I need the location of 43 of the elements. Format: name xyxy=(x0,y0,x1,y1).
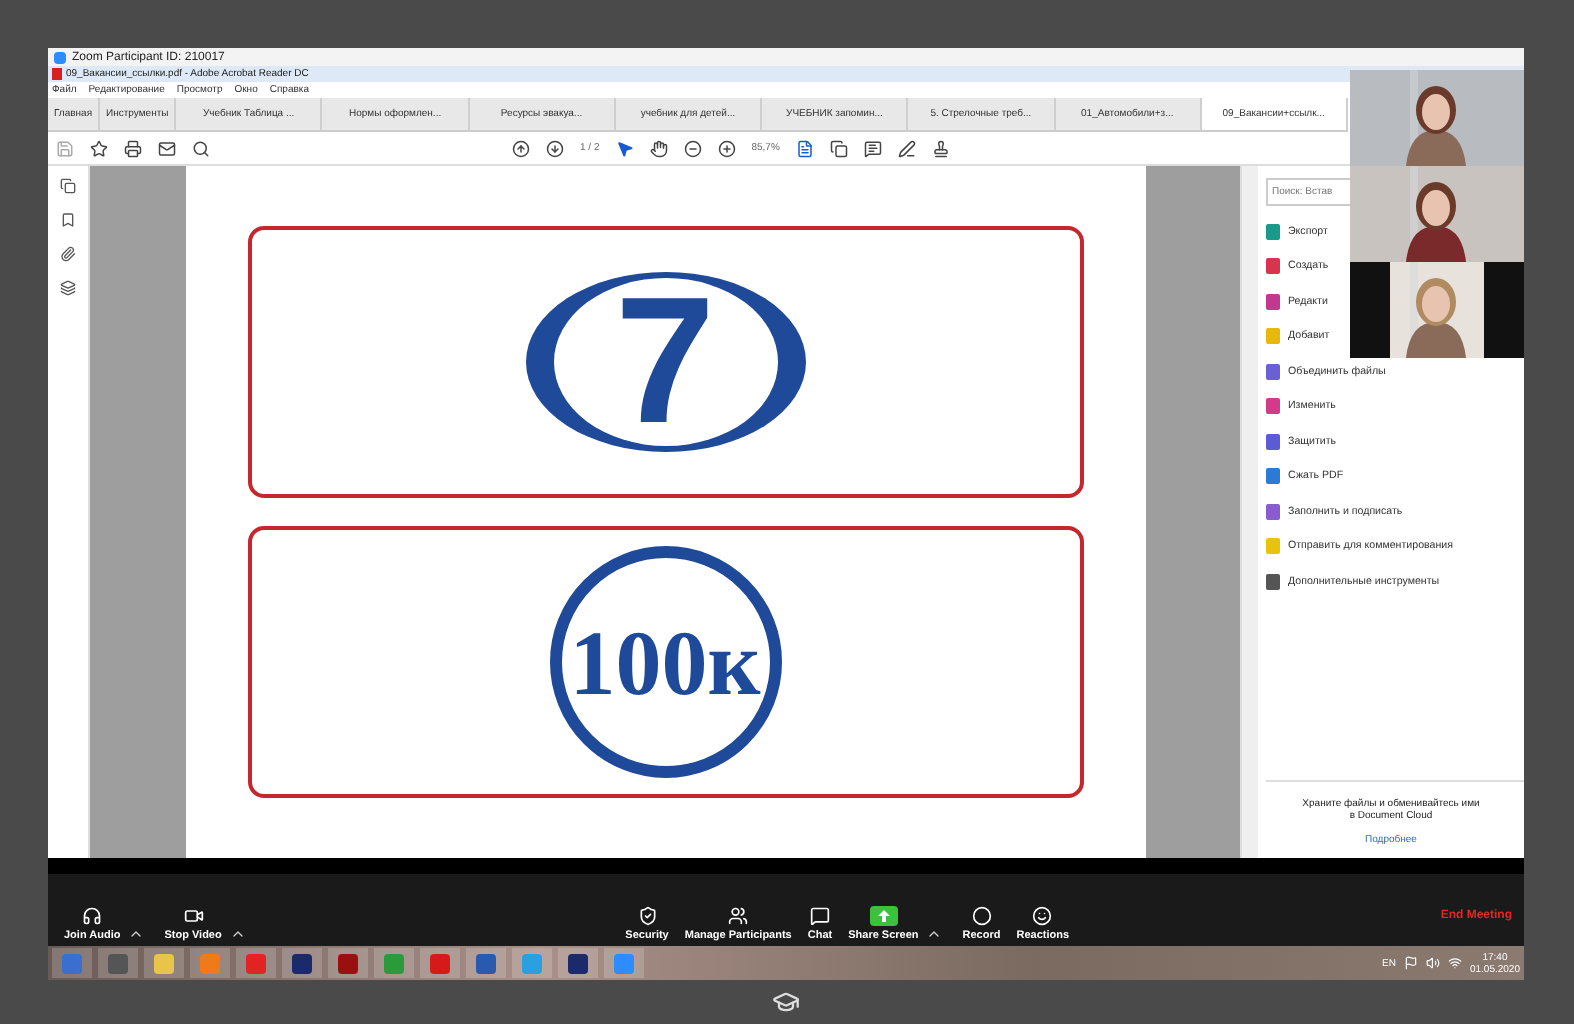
scrollbar[interactable] xyxy=(1240,166,1258,858)
pdf-icon xyxy=(52,68,62,80)
zoom-out-icon[interactable] xyxy=(683,139,702,157)
copy-icon[interactable] xyxy=(829,139,848,157)
volume-icon[interactable] xyxy=(1425,956,1440,970)
participants-icon xyxy=(728,906,749,926)
bookmark-icon[interactable] xyxy=(60,212,76,228)
pen-icon[interactable] xyxy=(897,139,916,157)
next-page-icon[interactable] xyxy=(546,139,564,157)
previous-page-icon[interactable] xyxy=(512,139,530,157)
hand-icon[interactable] xyxy=(649,139,668,157)
print-icon[interactable] xyxy=(124,139,142,157)
star-icon[interactable] xyxy=(90,139,108,157)
search-icon[interactable] xyxy=(192,139,210,157)
zoom-in-icon[interactable] xyxy=(717,139,736,157)
zoom-logo-icon xyxy=(54,51,66,63)
network-icon[interactable] xyxy=(1447,956,1462,970)
graduation-cap-icon xyxy=(772,988,800,1016)
flag-icon[interactable] xyxy=(1403,956,1418,970)
caret-icon[interactable] xyxy=(229,926,246,942)
reactions-icon xyxy=(1032,906,1053,926)
sign-number: 7 xyxy=(614,272,716,452)
audio-icon xyxy=(82,906,103,926)
record-icon xyxy=(971,906,992,926)
caret-icon[interactable] xyxy=(128,926,145,942)
pages-icon[interactable] xyxy=(60,178,76,194)
taskbar-app[interactable] xyxy=(282,948,322,978)
paperclip-icon[interactable] xyxy=(60,246,76,262)
page-view-icon[interactable] xyxy=(795,139,814,157)
sign-number: 100к xyxy=(569,609,761,715)
taskbar-app[interactable] xyxy=(466,948,506,978)
taskbar-app[interactable] xyxy=(558,948,598,978)
layers-icon[interactable] xyxy=(60,280,76,296)
mail-icon[interactable] xyxy=(158,139,176,157)
pointer-icon[interactable] xyxy=(615,139,634,157)
security-icon xyxy=(637,906,658,926)
stamp-icon[interactable] xyxy=(931,139,950,157)
video-icon xyxy=(183,906,204,926)
caret-icon[interactable] xyxy=(926,926,943,942)
share-screen-icon xyxy=(869,906,898,926)
taskbar-app[interactable] xyxy=(328,948,368,978)
chat-icon xyxy=(809,906,830,926)
comment-icon[interactable] xyxy=(863,139,882,157)
